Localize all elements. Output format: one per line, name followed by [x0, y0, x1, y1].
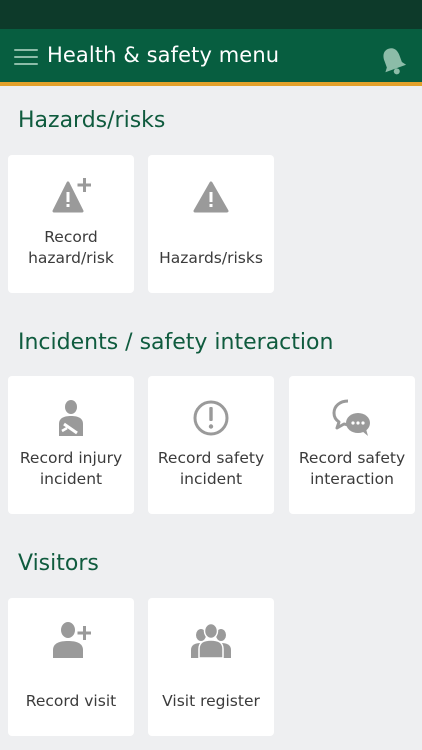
app-bar: Health & safety menu [0, 29, 422, 86]
section-title-incidents: Incidents / safety interaction [18, 330, 334, 355]
record-hazard-risk-label-line2: hazard/risk [28, 249, 114, 267]
hamburger-menu-icon[interactable] [14, 47, 40, 67]
visit-register-tile[interactable]: Visit register [148, 598, 274, 736]
warning-icon [193, 181, 229, 213]
bell-icon[interactable] [378, 45, 408, 77]
record-hazard-risk-label-line1: Record [44, 228, 98, 246]
record-safety-incident-label-line1: Record safety [157, 449, 265, 467]
page-title: Health & safety menu [47, 43, 280, 67]
record-safety-incident-tile[interactable]: Record safety incident [148, 376, 274, 514]
record-safety-interaction-label-line2: interaction [310, 470, 394, 488]
record-injury-incident-label-line1: Record injury [19, 449, 123, 467]
record-injury-incident-tile[interactable]: Record injury incident [8, 376, 134, 514]
injured-person-icon [59, 400, 83, 436]
visit-register-label: Visit register [162, 692, 260, 710]
group-icon [191, 622, 231, 659]
record-injury-incident-label-line2: incident [39, 470, 103, 488]
warning-plus-icon [52, 178, 91, 213]
hazards-risks-label: Hazards/risks [159, 249, 263, 267]
add-person-icon [53, 622, 91, 658]
section-title-hazards: Hazards/risks [18, 108, 166, 133]
status-bar [0, 0, 422, 29]
record-visit-tile[interactable]: Record visit [8, 598, 134, 736]
record-hazard-risk-tile[interactable]: Record hazard/risk [8, 155, 134, 293]
record-safety-interaction-tile[interactable]: Record safety interaction [289, 376, 415, 514]
record-safety-interaction-label-line1: Record safety [298, 449, 406, 467]
exclamation-circle-icon [193, 400, 229, 436]
hazards-risks-tile[interactable]: Hazards/risks [148, 155, 274, 293]
record-visit-label: Record visit [25, 692, 117, 710]
record-safety-incident-label-line2: incident [179, 470, 243, 488]
section-title-visitors: Visitors [18, 551, 99, 576]
chat-bubbles-icon [332, 399, 370, 436]
